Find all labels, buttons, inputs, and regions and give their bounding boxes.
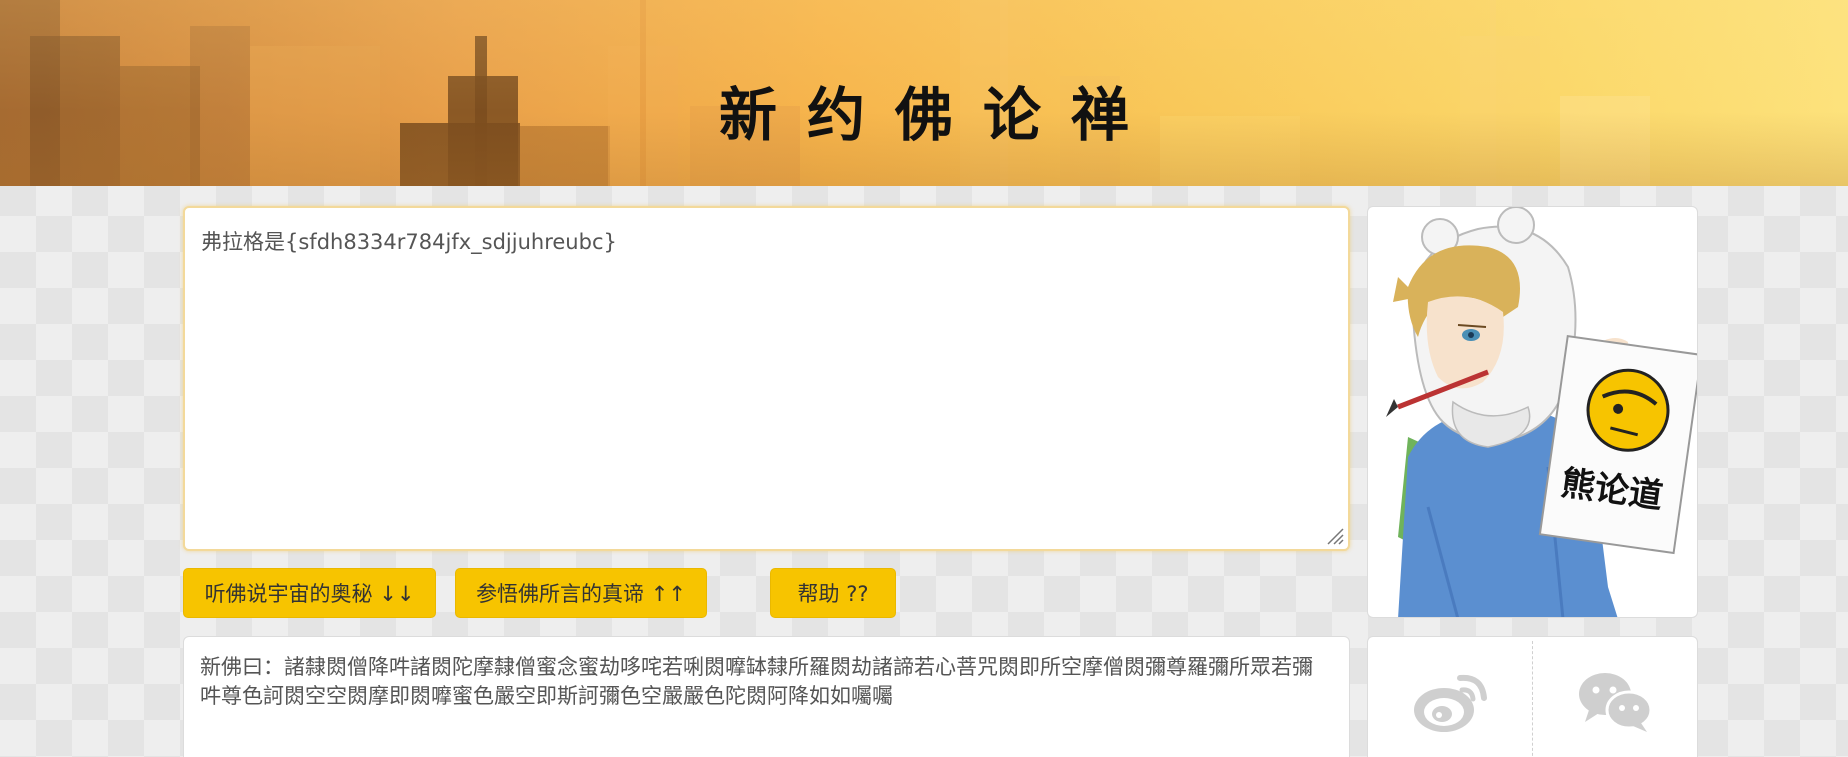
help-button[interactable]: 帮助 ??	[770, 568, 896, 618]
weibo-icon	[1414, 674, 1487, 732]
mascot-card: 熊论道	[1367, 206, 1698, 618]
decode-button-label: 参悟佛所言的真谛 ↑↑	[476, 582, 686, 606]
share-panel	[1367, 636, 1698, 757]
decode-button[interactable]: 参悟佛所言的真谛 ↑↑	[455, 568, 707, 618]
ciphertext-value: 新佛曰：諸隸閦僧降吽諸閦陀摩隸僧蜜念蜜劫哆咤若唎閦嚤缽隸所羅閦劫諸諦若心菩咒閦即…	[200, 655, 1313, 708]
encode-button[interactable]: 听佛说宇宙的奥秘 ↓↓	[183, 568, 436, 618]
resize-grip-icon[interactable]	[1326, 527, 1344, 545]
header-banner: 新约佛论禅	[0, 0, 1848, 186]
mascot-illustration: 熊论道	[1386, 207, 1697, 617]
wechat-icon	[1579, 673, 1653, 732]
share-wechat-button[interactable]	[1533, 637, 1697, 757]
share-weibo-button[interactable]	[1368, 637, 1532, 757]
plaintext-value: 弗拉格是{sfdh8334r784jfx_sdjjuhreubc}	[201, 230, 617, 254]
ciphertext-output[interactable]: 新佛曰：諸隸閦僧降吽諸閦陀摩隸僧蜜念蜜劫哆咤若唎閦嚤缽隸所羅閦劫諸諦若心菩咒閦即…	[183, 636, 1350, 757]
plaintext-input[interactable]: 弗拉格是{sfdh8334r784jfx_sdjjuhreubc}	[183, 206, 1350, 551]
encode-button-label: 听佛说宇宙的奥秘 ↓↓	[204, 582, 415, 606]
help-button-label: 帮助 ??	[797, 582, 869, 606]
page-title: 新约佛论禅	[718, 81, 1159, 149]
